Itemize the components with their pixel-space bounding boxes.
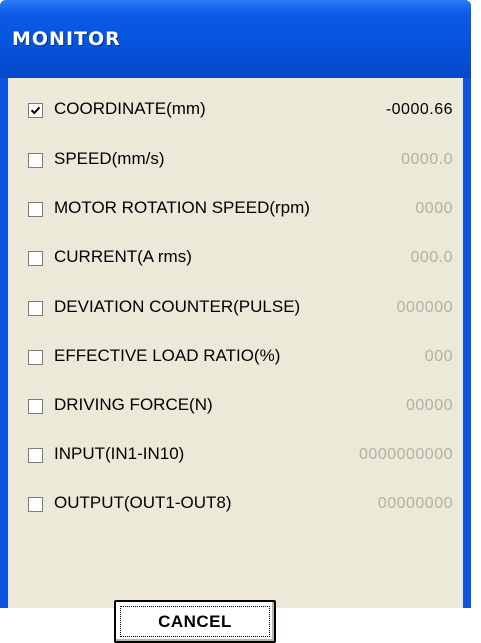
monitor-row-coordinate: COORDINATE(mm) -0000.66: [28, 98, 453, 128]
monitor-row-current: CURRENT(A rms) 000.0: [28, 246, 453, 276]
deviation-counter-value: 000000: [396, 299, 453, 316]
output-checkbox[interactable]: [28, 497, 43, 512]
effective-load-ratio-label[interactable]: EFFECTIVE LOAD RATIO(%): [54, 346, 280, 366]
driving-force-value: 00000: [406, 397, 453, 414]
speed-checkbox[interactable]: [28, 153, 43, 168]
monitor-row-driving-force: DRIVING FORCE(N) 00000: [28, 394, 453, 424]
cancel-button[interactable]: CANCEL: [114, 600, 276, 643]
monitor-row-effective-load-ratio: EFFECTIVE LOAD RATIO(%) 000: [28, 345, 453, 375]
motor-rotation-speed-value: 0000: [415, 200, 453, 217]
monitor-row-deviation-counter: DEVIATION COUNTER(PULSE) 000000: [28, 296, 453, 326]
effective-load-ratio-checkbox[interactable]: [28, 350, 43, 365]
speed-label[interactable]: SPEED(mm/s): [54, 149, 165, 169]
monitor-row-speed: SPEED(mm/s) 0000.0: [28, 148, 453, 178]
dialog-client-area: COORDINATE(mm) -0000.66 SPEED(mm/s) 0000.0 M…: [8, 78, 463, 643]
input-value: 0000000000: [359, 446, 453, 463]
monitor-row-motor-rotation-speed: MOTOR ROTATION SPEED(rpm) 0000: [28, 197, 453, 227]
checkmark-icon: [30, 106, 41, 115]
motor-rotation-speed-label[interactable]: MOTOR ROTATION SPEED(rpm): [54, 198, 310, 218]
motor-rotation-speed-checkbox[interactable]: [28, 202, 43, 217]
input-checkbox[interactable]: [28, 448, 43, 463]
monitor-row-output: OUTPUT(OUT1-OUT8) 00000000: [28, 492, 453, 522]
coordinate-label[interactable]: COORDINATE(mm): [54, 99, 206, 119]
driving-force-label[interactable]: DRIVING FORCE(N): [54, 395, 213, 415]
output-value: 00000000: [377, 495, 453, 512]
monitor-row-input: INPUT(IN1-IN10) 0000000000: [28, 443, 453, 473]
coordinate-value: -0000.66: [385, 101, 453, 118]
input-label[interactable]: INPUT(IN1-IN10): [54, 444, 184, 464]
current-value: 000.0: [410, 249, 453, 266]
effective-load-ratio-value: 000: [424, 348, 453, 365]
output-label[interactable]: OUTPUT(OUT1-OUT8): [54, 493, 232, 513]
driving-force-checkbox[interactable]: [28, 399, 43, 414]
deviation-counter-label[interactable]: DEVIATION COUNTER(PULSE): [54, 297, 300, 317]
speed-value: 0000.0: [401, 151, 453, 168]
current-checkbox[interactable]: [28, 251, 43, 266]
cancel-button-label: CANCEL: [120, 606, 270, 637]
deviation-counter-checkbox[interactable]: [28, 301, 43, 316]
monitor-dialog: MONITOR COORDINATE(mm) -0000.66 SPEED(mm/s…: [0, 0, 471, 643]
window-title: MONITOR: [12, 28, 121, 50]
title-bar[interactable]: MONITOR: [0, 0, 471, 78]
coordinate-checkbox[interactable]: [28, 103, 43, 118]
current-label[interactable]: CURRENT(A rms): [54, 247, 192, 267]
